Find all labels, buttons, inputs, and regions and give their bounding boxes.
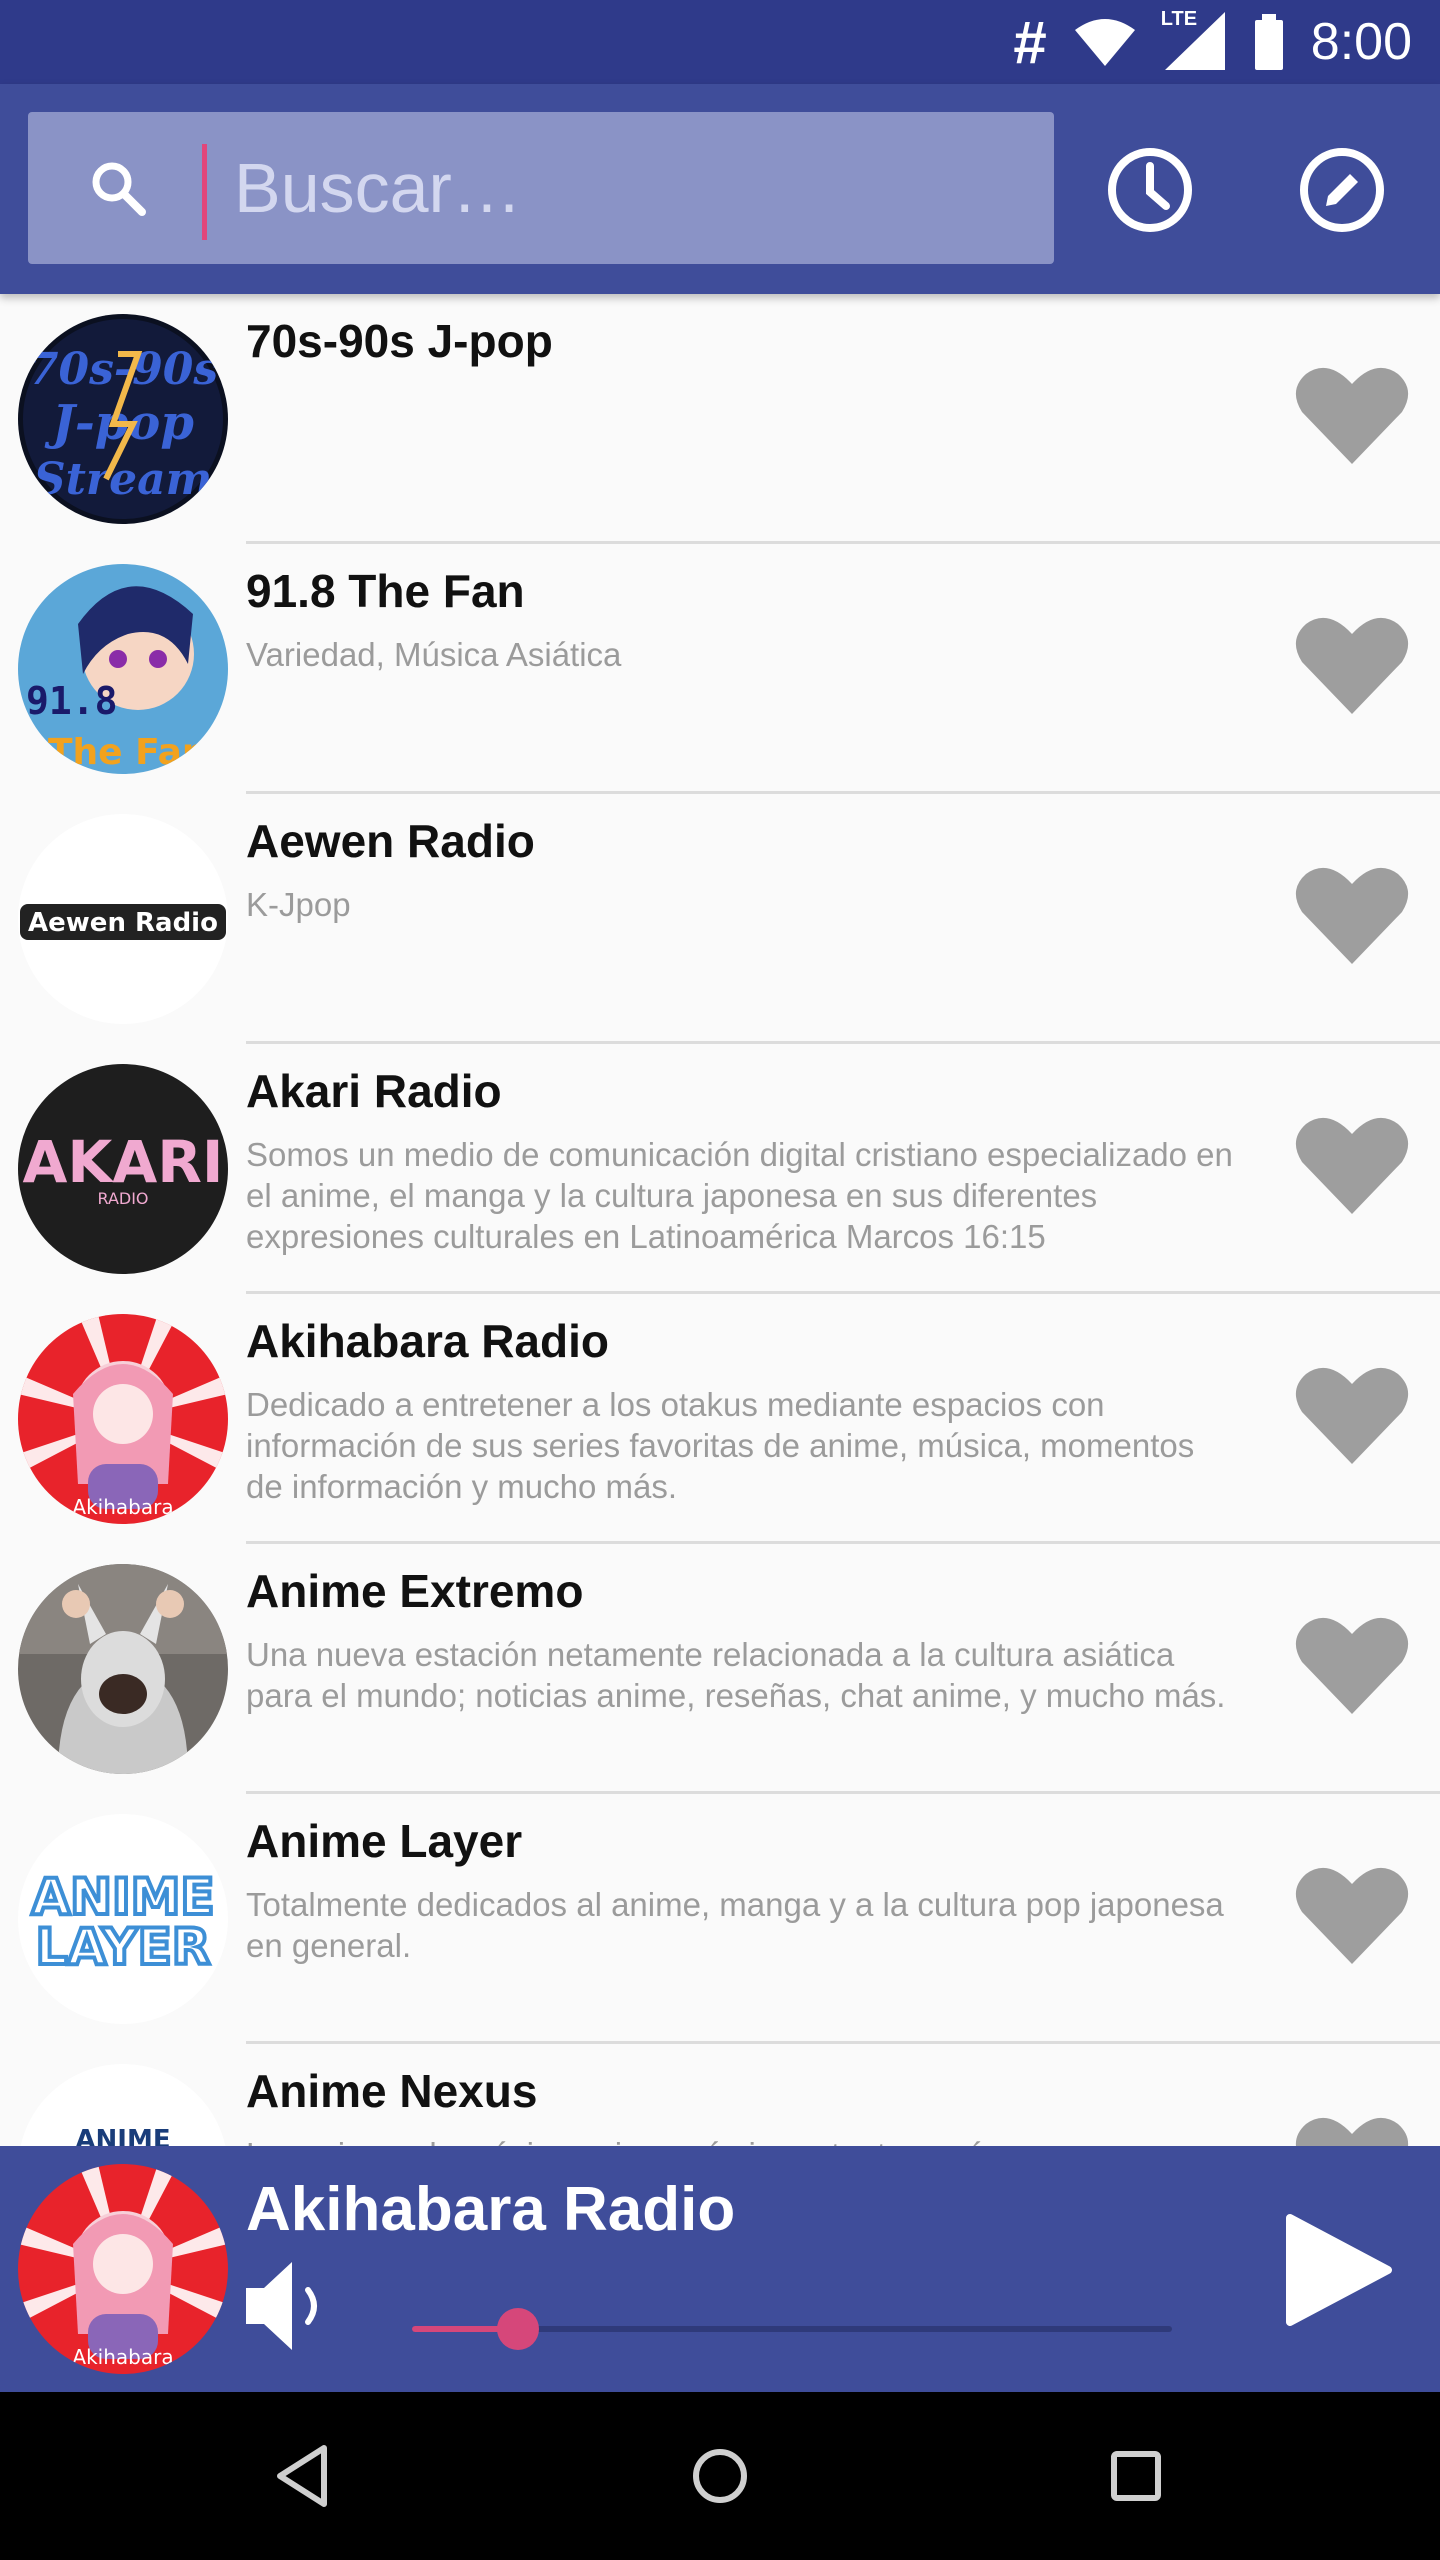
search-input[interactable] <box>198 132 1018 244</box>
station-name: 70s-90s J-pop <box>246 315 553 367</box>
station-name: Akari Radio <box>246 1065 502 1117</box>
navigation-bar <box>0 2392 1440 2560</box>
station-row[interactable]: 70s-90s J-pop Stream 70s-90s J-pop <box>0 294 1440 544</box>
svg-text:Akihabara: Akihabara <box>72 2345 173 2369</box>
station-row[interactable]: 91.8 The Fan 91.8 The Fan Variedad, Músi… <box>0 544 1440 794</box>
station-description: Dedicado a entretener a los otakus media… <box>246 1386 1195 1505</box>
status-bar: # LTE 8:00 <box>0 0 1440 84</box>
svg-text:RADIO: RADIO <box>97 1189 148 1208</box>
search-box[interactable] <box>28 112 1054 264</box>
search-icon <box>92 162 146 216</box>
favorite-heart-icon[interactable] <box>1292 1360 1412 1470</box>
text-caret <box>202 144 207 240</box>
play-icon[interactable] <box>1276 2210 1396 2330</box>
station-description: Una nueva estación netamente relacionada… <box>246 1636 1226 1714</box>
svg-text:The Fan: The Fan <box>48 732 208 773</box>
lte-label: LTE <box>1160 8 1198 30</box>
station-logo: Akihabara <box>18 1314 228 1524</box>
history-icon[interactable] <box>1100 140 1200 240</box>
svg-text:ANIME: ANIME <box>75 2125 170 2146</box>
status-time: 8:00 <box>1310 13 1412 71</box>
favorite-heart-icon[interactable] <box>1292 1110 1412 1220</box>
station-description: Variedad, Música Asiática <box>246 636 622 673</box>
station-description: La emisora de música anime más important… <box>246 2134 1236 2146</box>
svg-text:Stream: Stream <box>34 454 212 505</box>
station-name: Aewen Radio <box>246 815 535 867</box>
status-icons: # LTE 8:00 <box>1013 0 1412 84</box>
player-station-logo: Akihabara <box>18 2164 228 2374</box>
favorite-heart-icon[interactable] <box>1292 860 1412 970</box>
station-logo <box>18 1564 228 1774</box>
station-row[interactable]: AKARI RADIO Akari Radio Somos un medio d… <box>0 1044 1440 1294</box>
home-icon[interactable] <box>670 2426 770 2526</box>
player-title: Akihabara Radio <box>246 2175 736 2244</box>
favorite-heart-icon[interactable] <box>1292 360 1412 470</box>
slider-thumb[interactable] <box>497 2308 540 2350</box>
station-logo: AKARI RADIO <box>18 1064 228 1274</box>
station-name: 91.8 The Fan <box>246 565 525 617</box>
station-name: Anime Extremo <box>246 1565 584 1617</box>
station-name: Akihabara Radio <box>246 1315 609 1367</box>
hash-icon: # <box>1013 8 1047 76</box>
station-row[interactable]: Anime Extremo Una nueva estación netamen… <box>0 1544 1440 1794</box>
station-name: Anime Layer <box>246 1815 523 1867</box>
svg-text:AKARI: AKARI <box>23 1128 224 1196</box>
app-root: # LTE 8:00 Buscar… 70s-90s J-pop Stream … <box>0 0 1440 2560</box>
battery-icon <box>1254 14 1283 70</box>
station-row[interactable]: ANIME Anime Nexus La emisora de música a… <box>0 2044 1440 2146</box>
station-row[interactable]: Akihabara Akihabara Radio Dedicado a ent… <box>0 1294 1440 1544</box>
lte-signal-icon: LTE <box>1161 8 1227 72</box>
station-row[interactable]: Aewen Radio Aewen Radio K-Jpop <box>0 794 1440 1044</box>
favorite-heart-icon[interactable] <box>1292 1610 1412 1720</box>
svg-text:Aewen Radio: Aewen Radio <box>28 908 218 938</box>
station-description: Somos un medio de comunicación digital c… <box>246 1136 1233 1255</box>
station-name: Anime Nexus <box>246 2065 538 2117</box>
volume-slider[interactable] <box>412 2308 1172 2350</box>
volume-icon[interactable] <box>246 2256 332 2356</box>
wifi-icon <box>1074 19 1135 66</box>
toolbar <box>0 84 1440 294</box>
station-logo: ANIME LAYER <box>18 1814 228 2024</box>
station-logo: 70s-90s J-pop Stream <box>18 314 228 524</box>
svg-text:LAYER: LAYER <box>36 1918 211 1976</box>
back-icon[interactable] <box>254 2426 354 2526</box>
mini-player[interactable]: Akihabara Akihabara Radio <box>0 2146 1440 2392</box>
favorite-heart-icon[interactable] <box>1292 610 1412 720</box>
svg-text:91.8: 91.8 <box>26 679 118 723</box>
station-list[interactable]: 70s-90s J-pop Stream 70s-90s J-pop 91.8 … <box>0 294 1440 2146</box>
station-description: Totalmente dedicados al anime, manga y a… <box>246 1886 1224 1964</box>
edit-icon[interactable] <box>1292 140 1392 240</box>
station-description: K-Jpop <box>246 886 351 923</box>
station-logo: Aewen Radio <box>18 814 228 1024</box>
favorite-heart-icon[interactable] <box>1292 2110 1412 2146</box>
svg-text:Akihabara: Akihabara <box>72 1495 173 1519</box>
favorite-heart-icon[interactable] <box>1292 1860 1412 1970</box>
station-logo: ANIME <box>18 2064 228 2146</box>
station-row[interactable]: ANIME LAYER Anime Layer Totalmente dedic… <box>0 1794 1440 2044</box>
station-logo: 91.8 The Fan <box>18 564 228 774</box>
recents-icon[interactable] <box>1086 2426 1186 2526</box>
